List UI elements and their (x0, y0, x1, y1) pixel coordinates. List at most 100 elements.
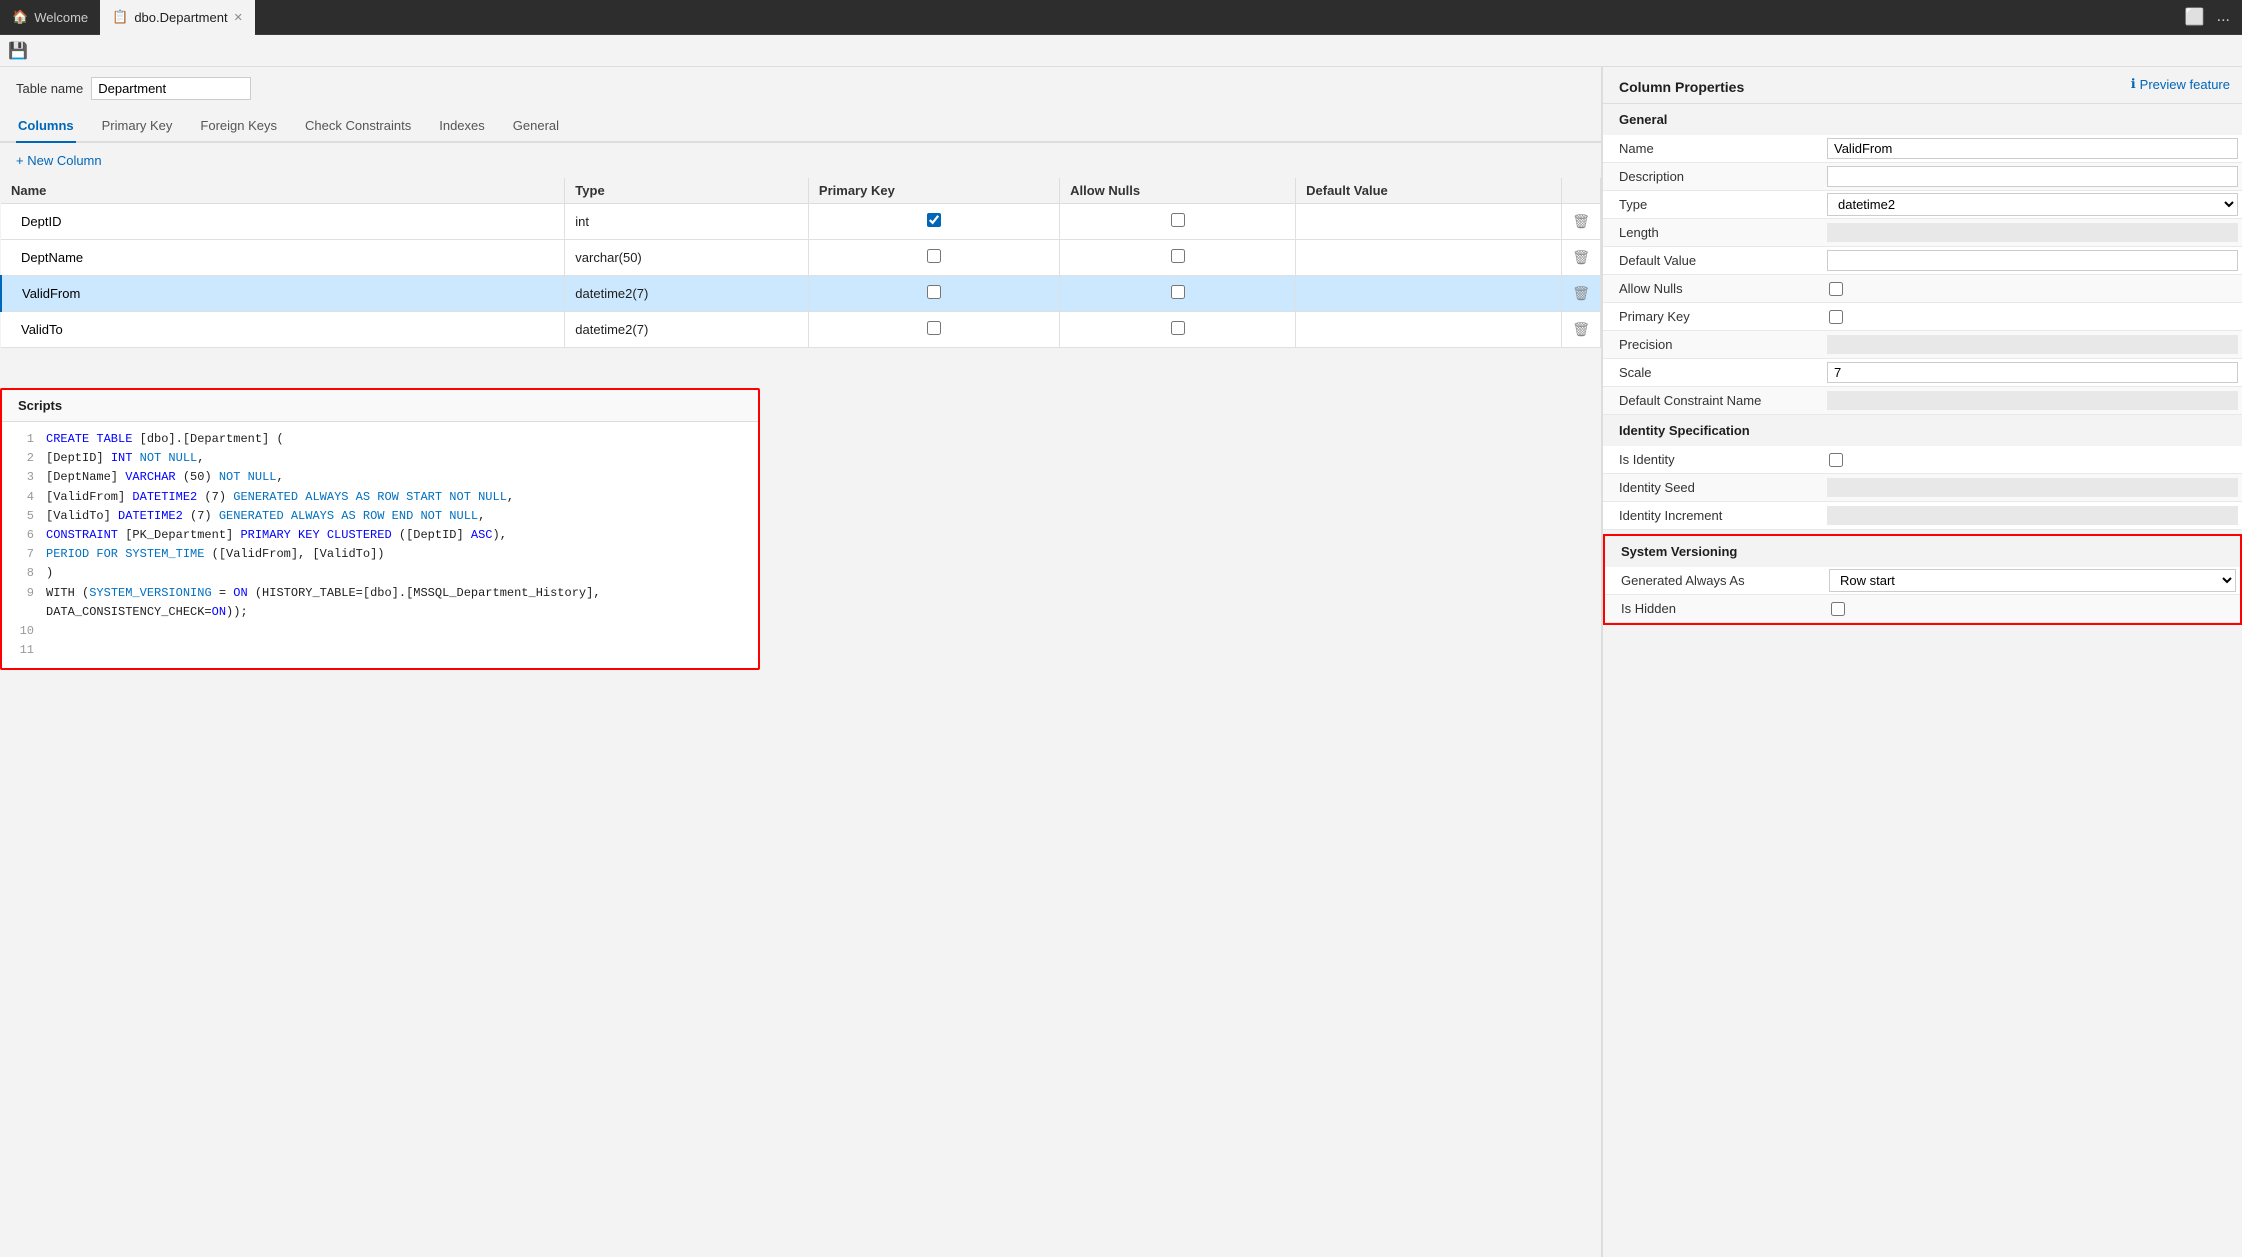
prop-identity-seed-input[interactable] (1827, 478, 2238, 497)
code-token (132, 451, 139, 465)
col-default-cell (1296, 276, 1562, 312)
info-icon: ℹ (2131, 76, 2136, 92)
col-pk-checkbox[interactable] (927, 321, 941, 335)
prop-description-row: Description (1603, 163, 2242, 191)
tab-columns[interactable]: Columns (16, 110, 76, 143)
script-line: 4 [ValidFrom] DATETIME2 (7) GENERATED AL… (18, 488, 742, 507)
prop-identity-increment-row: Identity Increment (1603, 502, 2242, 530)
prop-description-input[interactable] (1827, 166, 2238, 187)
script-line: 7 PERIOD FOR SYSTEM_TIME ([ValidFrom], [… (18, 545, 742, 564)
save-icon[interactable]: 💾 (8, 41, 28, 61)
prop-scale-input[interactable] (1827, 362, 2238, 383)
tab-foreign-keys[interactable]: Foreign Keys (198, 110, 279, 143)
tab-welcome[interactable]: 🏠 Welcome (0, 0, 100, 35)
prop-length-row: Length (1603, 219, 2242, 247)
col-pk-checkbox[interactable] (927, 249, 941, 263)
code-token: [PK_Department] (118, 528, 240, 542)
close-tab-icon[interactable]: ✕ (234, 11, 243, 24)
code-token: WITH ( (46, 586, 89, 600)
script-line: 9WITH (SYSTEM_VERSIONING = ON (HISTORY_T… (18, 584, 742, 622)
table-row[interactable]: datetime2(7)🗑 (1, 312, 1601, 348)
preview-badge: ℹ Preview feature (2119, 70, 2242, 98)
code-token: [DeptName] (46, 470, 125, 484)
table-row[interactable]: datetime2(7)🗑 (1, 276, 1601, 312)
general-section-header: General (1603, 104, 2242, 135)
col-name-input[interactable] (11, 209, 554, 234)
delete-row-icon[interactable]: 🗑 (1572, 213, 1590, 229)
code-token: PERIOD FOR SYSTEM_TIME (46, 547, 204, 561)
col-name-input[interactable] (12, 281, 554, 306)
new-column-button[interactable]: + New Column (16, 153, 102, 168)
code-token: , (276, 470, 283, 484)
line-number: 8 (18, 564, 34, 583)
prop-allow-nulls-row: Allow Nulls (1603, 275, 2242, 303)
col-type-cell: int (565, 204, 809, 240)
title-bar: 🏠 Welcome 📋 dbo.Department ✕ ⬜ ... (0, 0, 2242, 35)
prop-pk-checkbox[interactable] (1829, 310, 1843, 324)
prop-name-input[interactable] (1827, 138, 2238, 159)
delete-row-icon[interactable]: 🗑 (1572, 285, 1590, 301)
line-code: [DeptName] VARCHAR (50) NOT NULL, (46, 468, 284, 487)
code-token: VARCHAR (125, 470, 175, 484)
col-header-name: Name (1, 178, 565, 204)
identity-section-header: Identity Specification (1603, 415, 2242, 446)
prop-length-label: Length (1603, 220, 1823, 245)
table-name-input[interactable] (91, 77, 251, 100)
script-line: 5 [ValidTo] DATETIME2 (7) GENERATED ALWA… (18, 507, 742, 526)
col-name-input[interactable] (11, 245, 554, 270)
col-null-checkbox[interactable] (1171, 321, 1185, 335)
prop-allow-nulls-checkbox[interactable] (1829, 282, 1843, 296)
col-pk-checkbox[interactable] (927, 213, 941, 227)
col-null-checkbox[interactable] (1171, 285, 1185, 299)
line-code: ) (46, 564, 53, 583)
prop-default-value-label: Default Value (1603, 248, 1823, 273)
split-view-icon[interactable]: ⬜ (2181, 3, 2209, 31)
scripts-body: 1CREATE TABLE [dbo].[Department] (2 [Dep… (2, 422, 758, 668)
prop-primary-key-row: Primary Key (1603, 303, 2242, 331)
col-header-default: Default Value (1296, 178, 1562, 204)
code-token: GENERATED ALWAYS AS ROW START (233, 490, 442, 504)
prop-identity-seed-label: Identity Seed (1603, 475, 1823, 500)
delete-row-icon[interactable]: 🗑 (1572, 249, 1590, 265)
prop-type-row: Type datetime2 int varchar nvarchar (1603, 191, 2242, 219)
tab-indexes[interactable]: Indexes (437, 110, 487, 143)
code-token: ), (493, 528, 507, 542)
prop-identity-increment-input[interactable] (1827, 506, 2238, 525)
prop-is-hidden-checkbox[interactable] (1831, 602, 1845, 616)
prop-is-identity-row: Is Identity (1603, 446, 2242, 474)
prop-name-row: Name (1603, 135, 2242, 163)
tab-bar: Columns Primary Key Foreign Keys Check C… (0, 110, 1601, 143)
tab-check-constraints[interactable]: Check Constraints (303, 110, 413, 143)
col-header-type: Type (565, 178, 809, 204)
line-number: 11 (18, 641, 34, 660)
welcome-icon: 🏠 (12, 9, 28, 25)
table-row[interactable]: varchar(50)🗑 (1, 240, 1601, 276)
script-line: 6 CONSTRAINT [PK_Department] PRIMARY KEY… (18, 526, 742, 545)
col-name-input[interactable] (11, 317, 554, 342)
prop-precision-input[interactable] (1827, 335, 2238, 354)
col-null-checkbox[interactable] (1171, 249, 1185, 263)
prop-is-identity-checkbox[interactable] (1829, 453, 1843, 467)
code-token: DATETIME2 (118, 509, 183, 523)
tab-general[interactable]: General (511, 110, 561, 143)
tab-primary-key[interactable]: Primary Key (100, 110, 175, 143)
col-null-checkbox[interactable] (1171, 213, 1185, 227)
table-row[interactable]: int 🗑 (1, 204, 1601, 240)
prop-dcn-input[interactable] (1827, 391, 2238, 410)
code-token: NOT NULL (420, 509, 478, 523)
col-default-cell (1296, 240, 1562, 276)
prop-default-value-input[interactable] (1827, 250, 2238, 271)
delete-row-icon[interactable]: 🗑 (1572, 321, 1590, 337)
col-header-nulls: Allow Nulls (1060, 178, 1296, 204)
col-pk-checkbox[interactable] (927, 285, 941, 299)
prop-type-select[interactable]: datetime2 int varchar nvarchar (1827, 193, 2238, 216)
prop-generated-always-select[interactable]: Row start Row end (none) (1829, 569, 2236, 592)
table-name-row: Table name (0, 67, 1601, 110)
tab-department[interactable]: 📋 dbo.Department ✕ (100, 0, 255, 35)
line-number: 6 (18, 526, 34, 545)
prop-length-input[interactable] (1827, 223, 2238, 242)
prop-precision-label: Precision (1603, 332, 1823, 357)
line-code: [ValidFrom] DATETIME2 (7) GENERATED ALWA… (46, 488, 514, 507)
more-options-icon[interactable]: ... (2213, 4, 2234, 30)
code-token: ASC (471, 528, 493, 542)
